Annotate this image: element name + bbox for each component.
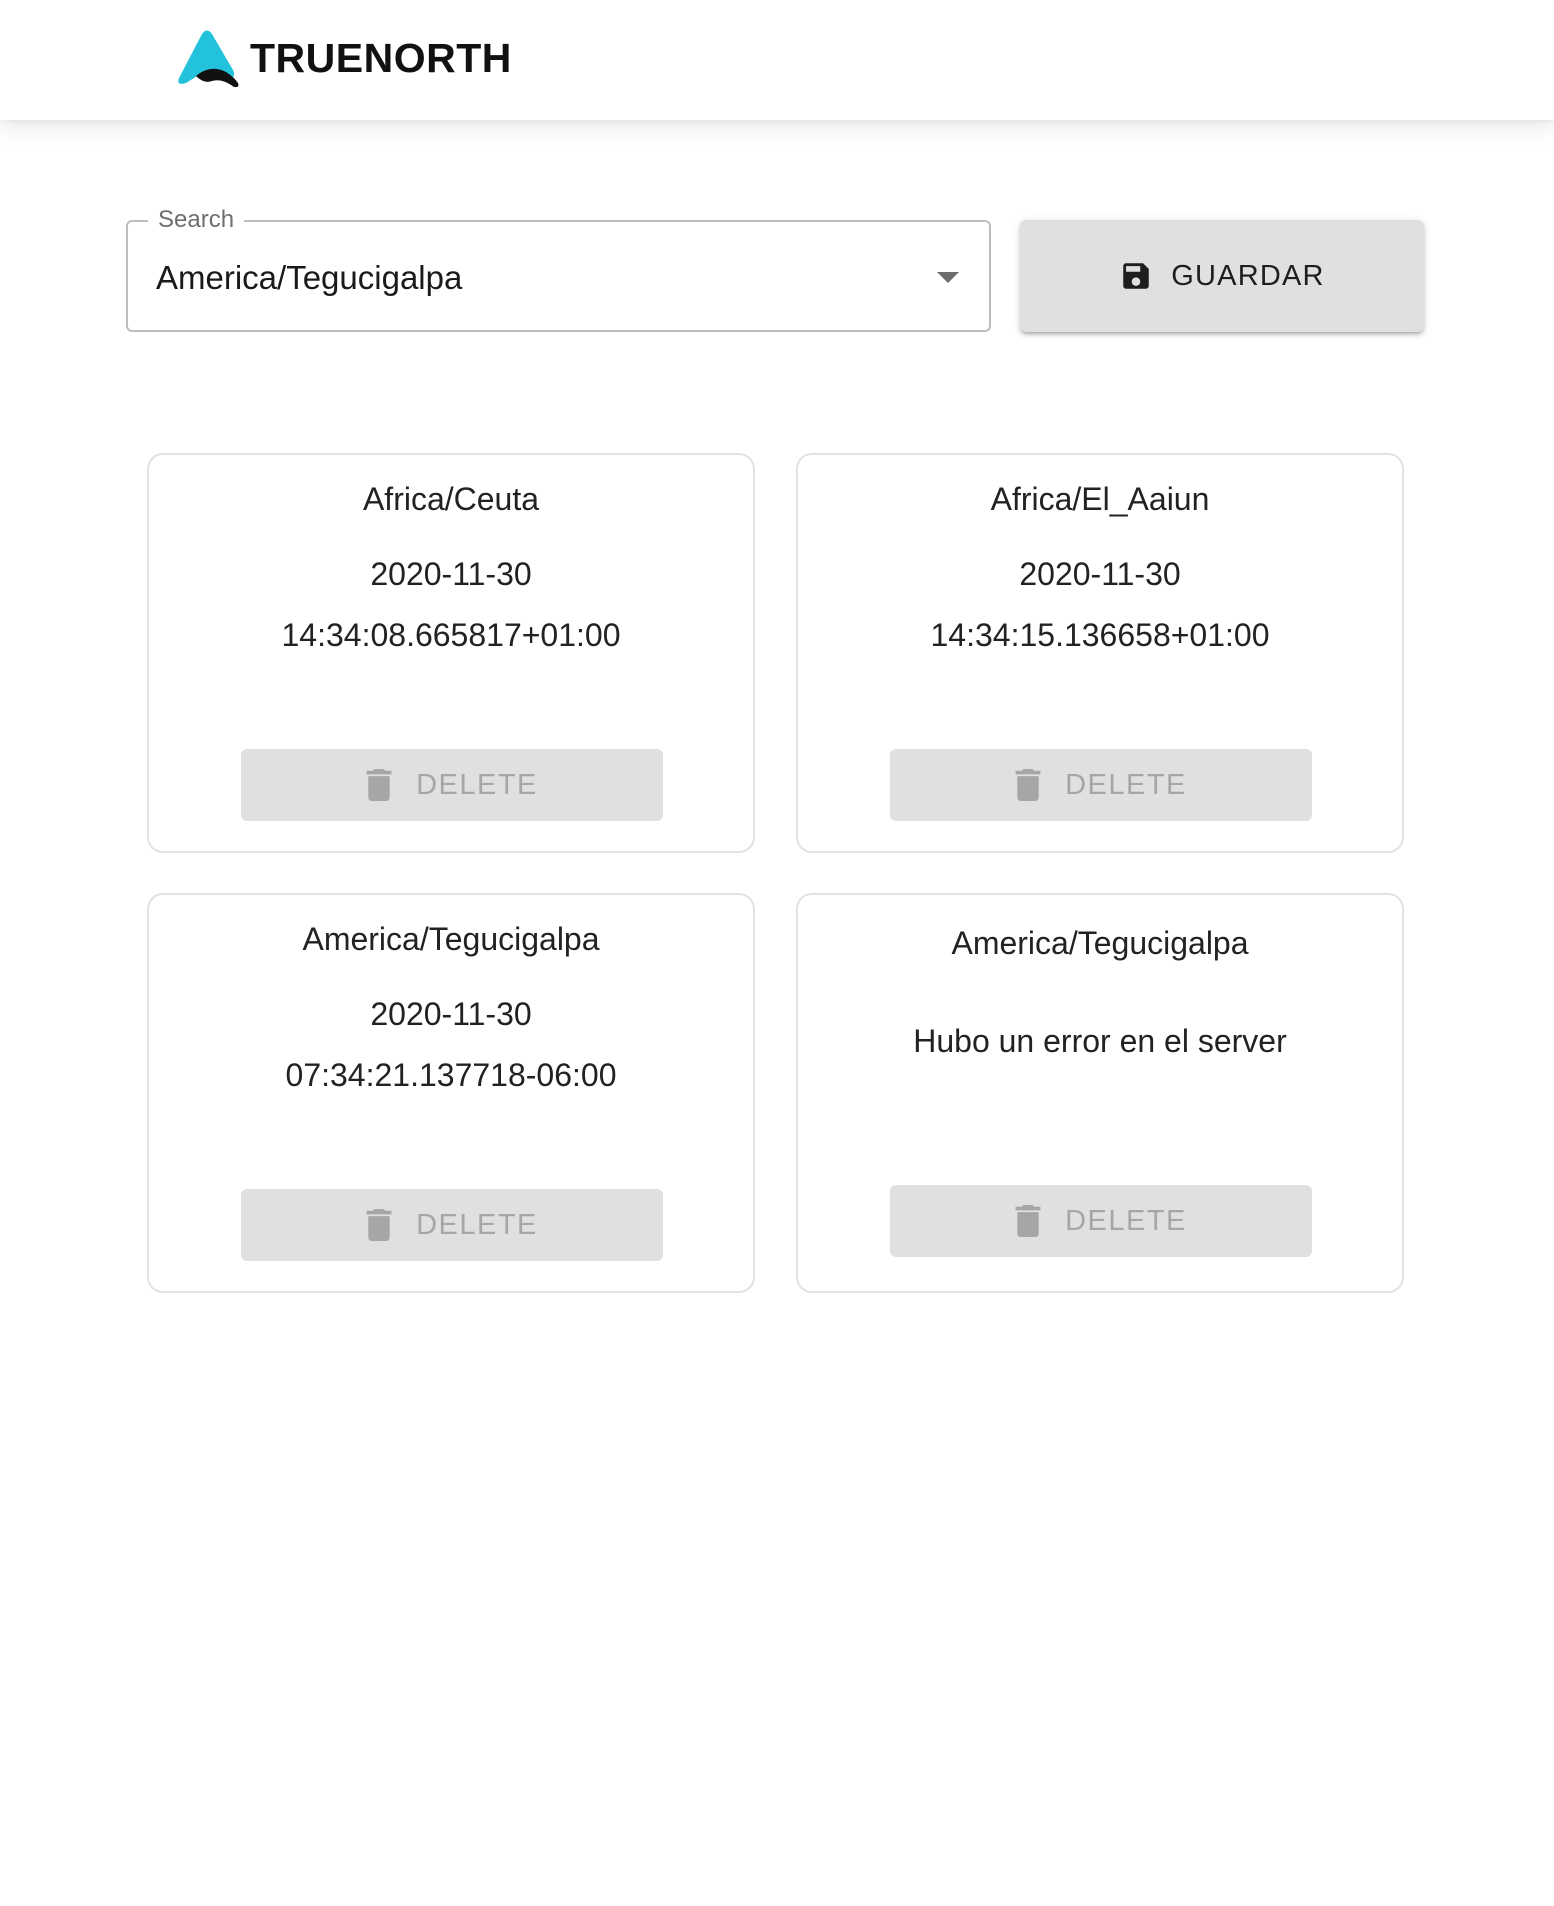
delete-label: DELETE: [416, 768, 538, 801]
card-timezone: America/Tegucigalpa: [302, 921, 600, 957]
delete-label: DELETE: [1065, 1204, 1187, 1237]
delete-label: DELETE: [1065, 768, 1187, 801]
card-time: 14:34:08.665817+01:00: [281, 617, 621, 653]
brand-logo[interactable]: TRUENORTH: [176, 28, 512, 88]
card-timezone: Africa/Ceuta: [362, 481, 540, 517]
card-time: 07:34:21.137718-06:00: [285, 1057, 617, 1093]
delete-button[interactable]: DELETE: [890, 1185, 1312, 1257]
guardar-button[interactable]: GUARDAR: [1020, 220, 1424, 332]
caret-down-icon[interactable]: [937, 272, 959, 283]
card-date: 2020-11-30: [1019, 556, 1181, 592]
guardar-label: GUARDAR: [1171, 259, 1325, 292]
search-input[interactable]: [156, 258, 916, 298]
card-date: 2020-11-30: [370, 996, 532, 1032]
trash-icon: [1015, 1205, 1041, 1237]
delete-button[interactable]: DELETE: [890, 749, 1312, 821]
app-bar: TRUENORTH: [0, 0, 1554, 120]
delete-button[interactable]: DELETE: [241, 749, 663, 821]
search-label: Search: [148, 206, 245, 234]
trash-icon: [366, 1209, 392, 1241]
card-error-message: Hubo un error en el server: [913, 1023, 1287, 1059]
timezone-search-field[interactable]: Search: [126, 206, 991, 332]
timezone-card: America/Tegucigalpa 2020-11-30 07:34:21.…: [147, 893, 755, 1293]
card-date: 2020-11-30: [370, 556, 532, 592]
trash-icon: [366, 769, 392, 801]
timezone-card: Africa/El_Aaiun 2020-11-30 14:34:15.1366…: [796, 453, 1404, 853]
delete-button[interactable]: DELETE: [241, 1189, 663, 1261]
card-time: 14:34:15.136658+01:00: [930, 617, 1270, 653]
card-timezone: America/Tegucigalpa: [951, 925, 1249, 961]
card-timezone: Africa/El_Aaiun: [990, 481, 1210, 517]
trash-icon: [1015, 769, 1041, 801]
timezone-card: Africa/Ceuta 2020-11-30 14:34:08.665817+…: [147, 453, 755, 853]
timezone-card: America/Tegucigalpa Hubo un error en el …: [796, 893, 1404, 1293]
truenorth-logo-icon: [178, 30, 239, 88]
delete-label: DELETE: [416, 1208, 538, 1241]
brand-name: TRUENORTH: [250, 34, 512, 81]
floppy-disk-icon: [1123, 263, 1150, 289]
